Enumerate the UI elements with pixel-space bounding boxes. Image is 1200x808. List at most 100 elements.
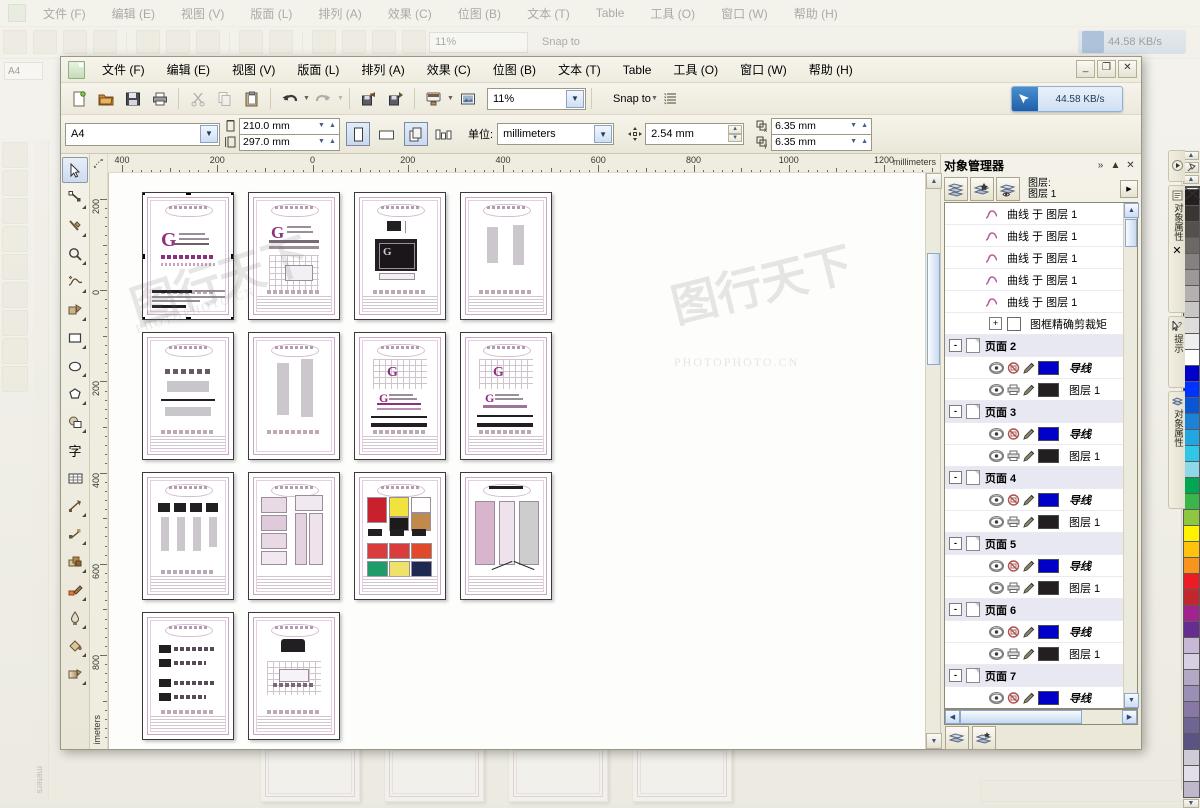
color-swatch[interactable] — [1182, 558, 1200, 574]
dimension-tool[interactable] — [62, 493, 88, 519]
color-swatch[interactable] — [1182, 670, 1200, 686]
tree-page-row[interactable]: - 页面 3 — [945, 401, 1123, 423]
no-print-icon[interactable] — [1007, 361, 1020, 374]
color-swatch[interactable] — [1182, 366, 1200, 382]
current-page-button[interactable] — [432, 122, 456, 146]
flyout-arrow-icon[interactable] — [82, 205, 86, 209]
color-swatch[interactable] — [1182, 302, 1200, 318]
redo-arrow-icon[interactable] — [311, 86, 336, 111]
open-folder-icon[interactable] — [93, 86, 118, 111]
color-swatch[interactable] — [1182, 254, 1200, 270]
outline-tool[interactable] — [62, 605, 88, 631]
zoom-tool[interactable] — [62, 241, 88, 267]
color-swatch[interactable] — [1182, 782, 1200, 798]
edit-pencil-icon[interactable] — [1023, 428, 1035, 440]
flyout-arrow-icon[interactable] — [82, 345, 86, 349]
layer-color-swatch[interactable] — [1038, 514, 1059, 529]
chevron-down-icon[interactable]: ▼ — [594, 125, 613, 143]
freehand-tool[interactable] — [62, 269, 88, 295]
bg-menu-tools[interactable]: 工具 (O) — [637, 5, 708, 22]
canvas[interactable]: G G G G G G G — [108, 173, 925, 749]
page-thumbnail[interactable] — [347, 467, 453, 605]
color-swatch[interactable] — [1182, 430, 1200, 446]
chevron-up-icon[interactable]: ▲ — [1108, 158, 1123, 173]
tree-page-row[interactable]: - 页面 2 — [945, 335, 1123, 357]
color-swatch[interactable] — [1182, 318, 1200, 334]
bg-menu-effects[interactable]: 效果 (C) — [375, 5, 445, 22]
docker-tab-object-properties[interactable]: 对象属性 ✕ — [1168, 185, 1185, 313]
tree-scroll-right-button[interactable]: ▶ — [1122, 710, 1137, 724]
visibility-eye-icon[interactable] — [989, 515, 1004, 528]
page-thumbnail[interactable] — [241, 607, 347, 745]
publish-pdf-icon[interactable] — [455, 86, 480, 111]
no-print-icon[interactable] — [1007, 559, 1020, 572]
printable-icon[interactable] — [1007, 648, 1020, 659]
collapse-toggle[interactable]: - — [949, 339, 962, 352]
edit-pencil-icon[interactable] — [1023, 626, 1035, 638]
edit-pencil-icon[interactable] — [1023, 582, 1035, 594]
nudge-spinner[interactable]: ▲ ▼ — [728, 125, 743, 142]
color-swatch[interactable] — [1182, 222, 1200, 238]
bg-menu-bitmaps[interactable]: 位图 (B) — [445, 5, 514, 22]
color-swatch[interactable] — [1182, 382, 1200, 398]
export-icon[interactable] — [383, 86, 408, 111]
color-swatch[interactable] — [1182, 526, 1200, 542]
object-tree[interactable]: 曲线 于 图层 1 曲线 于 图层 1 曲线 于 图层 1 曲线 于 图层 1 曲线 于… — [945, 203, 1123, 708]
menu-help[interactable]: 帮助 (H) — [798, 58, 864, 81]
color-swatch[interactable] — [1182, 270, 1200, 286]
color-swatch[interactable] — [1182, 654, 1200, 670]
tree-scroll-down-button[interactable]: ▼ — [1124, 693, 1139, 708]
all-pages-button[interactable] — [404, 122, 428, 146]
page-thumbnail[interactable]: G — [241, 187, 347, 325]
page-5[interactable] — [142, 332, 234, 460]
shape-tool[interactable] — [62, 185, 88, 211]
interactive-fill-tool[interactable] — [62, 661, 88, 687]
layer-color-swatch[interactable] — [1038, 492, 1059, 507]
printable-icon[interactable] — [1007, 582, 1020, 593]
tree-object-row[interactable]: 曲线 于 图层 1 — [945, 291, 1123, 313]
color-swatch[interactable] — [1182, 206, 1200, 222]
menu-table[interactable]: Table — [612, 60, 663, 80]
fill-tool[interactable] — [62, 633, 88, 659]
page-thumbnail[interactable] — [241, 327, 347, 465]
flyout-arrow-icon[interactable] — [82, 653, 86, 657]
bg-menu-text[interactable]: 文本 (T) — [514, 5, 583, 22]
bg-menu-view[interactable]: 视图 (V) — [168, 5, 237, 22]
tree-page-row[interactable]: - 页面 6 — [945, 599, 1123, 621]
new-layer-button[interactable] — [945, 726, 969, 750]
layer-color-swatch[interactable] — [1038, 426, 1059, 441]
page-preset-select[interactable]: A4 ▼ — [65, 122, 220, 146]
bg-menu-help[interactable]: 帮助 (H) — [781, 5, 851, 22]
scroll-down-button[interactable]: ▼ — [926, 733, 942, 749]
palette-scroll-up-button[interactable]: ▲ — [1183, 151, 1199, 160]
flyout-arrow-icon[interactable] — [82, 681, 86, 685]
color-eyedropper-tool[interactable] — [62, 577, 88, 603]
tree-layer-row[interactable]: 导线 — [945, 423, 1123, 445]
page-thumbnail[interactable]: G G — [453, 327, 559, 465]
edit-pencil-icon[interactable] — [1023, 450, 1035, 462]
undo-dropdown-arrow-icon[interactable]: ▼ — [303, 88, 310, 109]
nudge-offset-input[interactable]: 2.54 mm ▲ ▼ — [645, 123, 745, 145]
color-swatch[interactable] — [1182, 766, 1200, 782]
no-print-icon[interactable] — [1007, 493, 1020, 506]
color-swatch[interactable] — [1182, 750, 1200, 766]
color-swatch[interactable] — [1182, 574, 1200, 590]
tree-layer-row[interactable]: 图层 1 — [945, 379, 1123, 401]
color-swatch[interactable] — [1182, 350, 1200, 366]
palette-pin-icon[interactable] — [1183, 162, 1199, 173]
edit-pencil-icon[interactable] — [1023, 560, 1035, 572]
tree-layer-row[interactable]: 图层 1 — [945, 643, 1123, 665]
tree-layer-row[interactable]: 导线 — [945, 555, 1123, 577]
restore-button[interactable]: ❐ — [1097, 60, 1116, 78]
page-width-spinner[interactable]: ▼ ▲ — [316, 119, 338, 132]
page-10[interactable] — [248, 472, 340, 600]
visibility-eye-icon[interactable] — [989, 559, 1004, 572]
minimize-button[interactable]: _ — [1076, 60, 1095, 78]
page-4[interactable] — [460, 192, 552, 320]
flyout-arrow-icon[interactable] — [82, 541, 86, 545]
collapse-toggle[interactable]: - — [949, 537, 962, 550]
page-thumbnail[interactable]: G G — [347, 327, 453, 465]
layer-color-swatch[interactable] — [1038, 448, 1059, 463]
color-swatch[interactable] — [1182, 622, 1200, 638]
page-thumbnail[interactable] — [241, 467, 347, 605]
